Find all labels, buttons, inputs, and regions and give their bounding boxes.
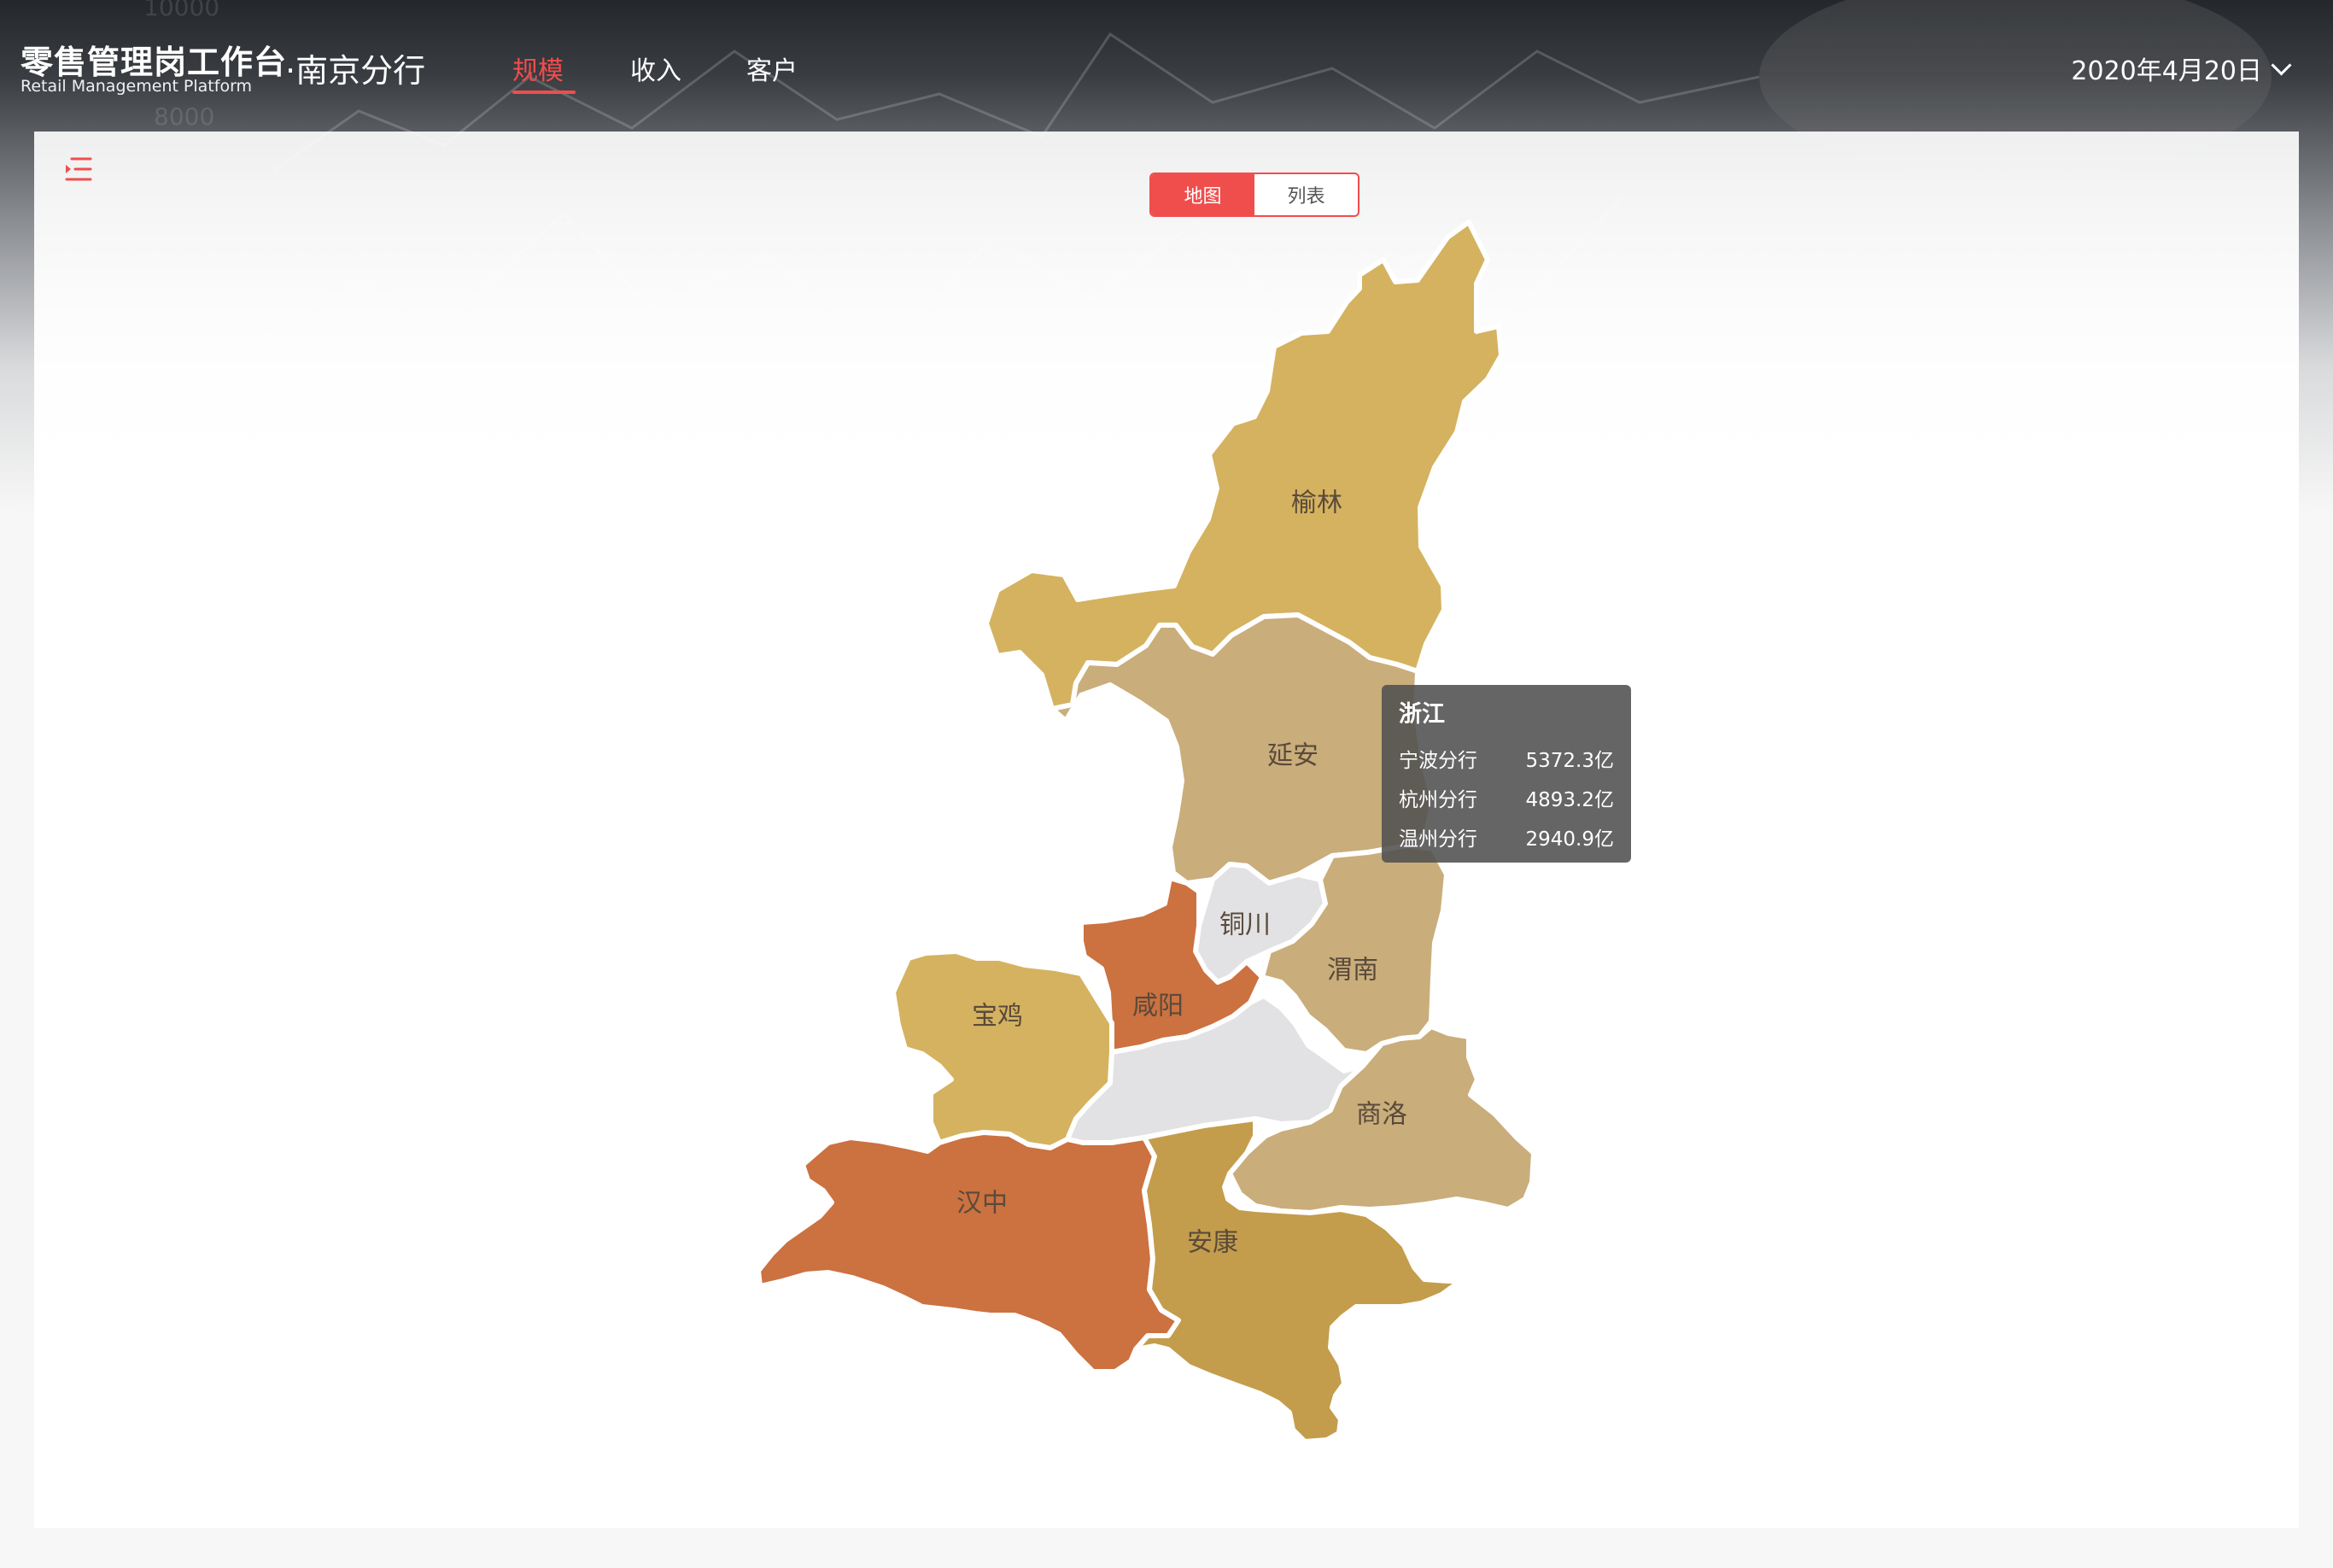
tooltip-row-label: 温州分行 xyxy=(1399,828,1477,851)
nav-tab-income[interactable]: 收入 xyxy=(630,50,681,87)
tooltip-row-value: 2940.9亿 xyxy=(1525,828,1614,851)
map-label-hanzhong: 汉中 xyxy=(956,1189,1008,1219)
map-label-weinan: 渭南 xyxy=(1327,956,1378,986)
tooltip-title: 浙江 xyxy=(1399,701,1445,728)
tooltip-row-value: 4893.2亿 xyxy=(1525,789,1614,811)
map-label-yanan: 延安 xyxy=(1267,741,1319,771)
map-label-shangluo: 商洛 xyxy=(1356,1100,1407,1130)
branch-name: ·南京分行 xyxy=(285,52,426,90)
tooltip-row: 宁波分行 5372.3亿 xyxy=(1399,739,1614,778)
nav-tab-customers[interactable]: 客户 xyxy=(746,50,798,87)
tooltip-row: 杭州分行 4893.2亿 xyxy=(1399,778,1614,817)
map-region-hanzhong[interactable] xyxy=(756,1130,1181,1374)
map-label-ankang: 安康 xyxy=(1187,1228,1238,1258)
chevron-down-icon xyxy=(2271,54,2292,76)
province-map: 榆林 延安 铜川 渭南 咸阳 宝鸡 商洛 汉中 安康 xyxy=(756,219,1536,1444)
map-tooltip: 浙江 宁波分行 5372.3亿 杭州分行 4893.2亿 温州分行 2940.9… xyxy=(1382,685,1631,863)
app-subtitle: Retail Management Platform xyxy=(20,77,253,96)
tooltip-row-label: 杭州分行 xyxy=(1399,789,1477,811)
tooltip-row-value: 5372.3亿 xyxy=(1525,750,1614,772)
map-label-baoji: 宝鸡 xyxy=(972,1002,1023,1032)
active-tab-indicator xyxy=(512,91,576,94)
top-header: 零售管理岗工作台 Retail Management Platform ·南京分… xyxy=(0,0,2333,132)
nav-tab-scale[interactable]: 规模 xyxy=(512,50,564,87)
tooltip-row-label: 宁波分行 xyxy=(1399,750,1477,772)
date-selector[interactable]: 2020年4月20日 xyxy=(2071,50,2292,87)
app-title: 零售管理岗工作台 xyxy=(20,44,288,81)
date-label: 2020年4月20日 xyxy=(2071,56,2262,86)
map-label-xianyang: 咸阳 xyxy=(1132,992,1184,1021)
map-label-tongchuan: 铜川 xyxy=(1219,910,1271,940)
map-label-yulin: 榆林 xyxy=(1291,489,1342,518)
main-panel: 地图 列表 榆林 延安 铜川 渭南 咸阳 宝鸡 商洛 汉中 安康 浙江 宁波分行… xyxy=(34,132,2299,1528)
tooltip-row: 温州分行 2940.9亿 xyxy=(1399,817,1614,857)
